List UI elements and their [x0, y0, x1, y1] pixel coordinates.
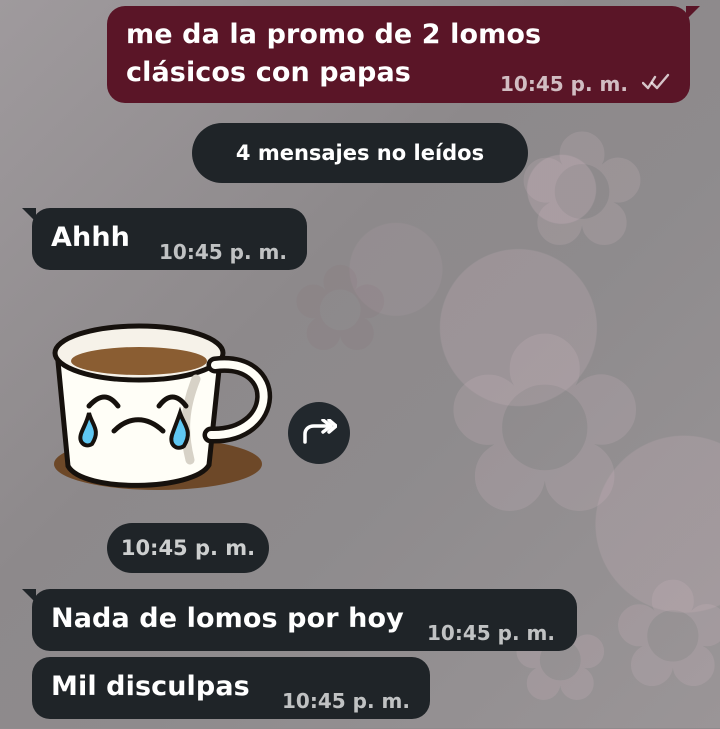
wallpaper-flower-icon: ✿	[440, 279, 650, 570]
unread-messages-banner: 4 mensajes no leídos	[192, 123, 528, 183]
incoming-message-text: Ahhh	[51, 222, 130, 253]
incoming-message-text: Mil disculpas	[51, 671, 250, 702]
outgoing-message-line-1: me da la promo de 2 lomos	[126, 19, 542, 50]
sticker-time-pill: 10:45 p. m.	[107, 523, 269, 573]
incoming-message-bubble[interactable]: Nada de lomos por hoy 10:45 p. m.	[22, 589, 577, 651]
outgoing-message-bubble[interactable]: me da la promo de 2 lomos clásicos con p…	[107, 6, 700, 103]
incoming-message-time: 10:45 p. m.	[282, 689, 410, 713]
outgoing-message-time: 10:45 p. m.	[500, 72, 628, 96]
incoming-message-bubble[interactable]: Mil disculpas 10:45 p. m.	[32, 657, 430, 719]
incoming-message-text: Nada de lomos por hoy	[51, 603, 404, 634]
wallpaper-flower-icon: ✿	[290, 240, 391, 379]
forward-button[interactable]	[288, 402, 350, 464]
incoming-message-bubble[interactable]: Ahhh 10:45 p. m.	[22, 208, 307, 270]
crying-coffee-cup-sticker[interactable]	[34, 320, 282, 510]
wallpaper-flower-icon: ✿	[515, 96, 650, 283]
wallpaper-flower-icon: ✿	[610, 548, 720, 722]
incoming-message-time: 10:45 p. m.	[427, 621, 555, 645]
incoming-message-time: 10:45 p. m.	[159, 240, 287, 264]
double-check-icon	[642, 73, 670, 90]
forward-arrow-icon	[303, 419, 337, 444]
outgoing-message-line-2: clásicos con papas	[126, 57, 411, 88]
